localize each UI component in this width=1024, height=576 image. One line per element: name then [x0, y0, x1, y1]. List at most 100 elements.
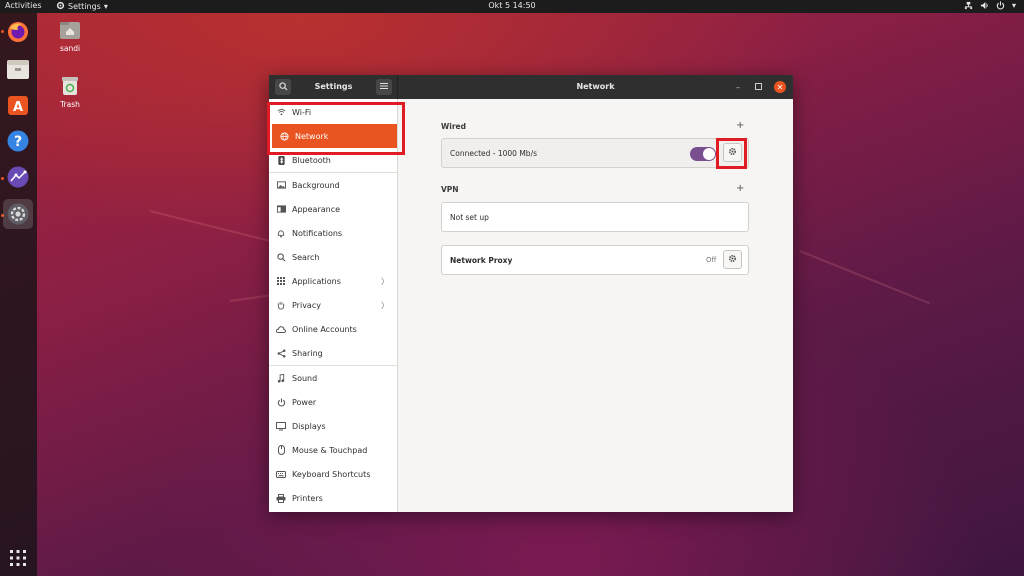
vpn-section-title: VPN: [441, 185, 459, 194]
trash-icon: [50, 76, 90, 98]
music-note-icon: [270, 373, 292, 383]
minimize-button[interactable]: –: [732, 81, 744, 93]
sidebar-item-displays[interactable]: Displays: [269, 414, 397, 438]
display-icon: [270, 421, 292, 431]
sidebar-item-label: Appearance: [292, 204, 341, 214]
share-icon: [270, 349, 292, 358]
network-icon: [273, 131, 295, 141]
sidebar-item-sound[interactable]: Sound: [269, 366, 397, 390]
sidebar-item-notifications[interactable]: Notifications: [269, 221, 397, 245]
printer-icon: [270, 493, 292, 503]
sidebar-item-privacy[interactable]: Privacy 〉: [269, 293, 397, 317]
chevron-right-icon: 〉: [381, 300, 389, 310]
shotwell-icon[interactable]: [3, 162, 33, 192]
add-vpn-button[interactable]: +: [736, 183, 744, 194]
top-bar: Activities Settings ▾ Okt 5 14:50 ▾: [0, 0, 1024, 13]
apps-grid-icon[interactable]: [3, 543, 33, 573]
search-icon: [270, 252, 292, 262]
sidebar-item-label: Sound: [292, 373, 318, 383]
sidebar-item-appearance[interactable]: Appearance: [269, 197, 397, 221]
proxy-settings-button[interactable]: [723, 250, 742, 269]
desktop-icon-trash[interactable]: Trash: [50, 76, 90, 109]
close-icon: ✕: [776, 82, 784, 92]
hamburger-icon: [380, 82, 388, 92]
mouse-icon: [270, 445, 292, 455]
maximize-button[interactable]: [752, 81, 764, 93]
desktop-icon-home[interactable]: sandi: [50, 20, 90, 53]
sidebar-item-label: Bluetooth: [292, 155, 331, 165]
power-icon: [270, 397, 292, 407]
wifi-icon: [270, 108, 292, 116]
sidebar: Wi-Fi Network Bluetooth Background Appea…: [269, 99, 398, 512]
sidebar-item-label: Network: [295, 131, 329, 141]
sidebar-item-network[interactable]: Network: [272, 124, 397, 148]
settings-window: Settings Network – ✕ Wi-Fi Network Bluet…: [269, 75, 793, 512]
clock[interactable]: Okt 5 14:50: [0, 1, 1024, 10]
proxy-state: Off: [706, 256, 717, 264]
sidebar-item-label: Privacy: [292, 300, 321, 310]
cloud-icon: [270, 325, 292, 333]
settings-icon[interactable]: [3, 199, 33, 229]
dock: A ?: [0, 13, 37, 576]
wired-section-title: Wired: [441, 122, 466, 131]
background-icon: [270, 181, 292, 189]
help-icon[interactable]: ?: [3, 126, 33, 156]
power-icon: [996, 1, 1005, 12]
sidebar-item-applications[interactable]: Applications 〉: [269, 269, 397, 293]
bluetooth-icon: [270, 155, 292, 165]
sidebar-item-label: Power: [292, 397, 317, 407]
firefox-icon[interactable]: [3, 17, 33, 47]
system-tray[interactable]: ▾: [964, 1, 1016, 12]
sidebar-item-label: Mouse & Touchpad: [292, 445, 368, 455]
desktop-icon-label: sandi: [59, 44, 81, 53]
sidebar-item-mouse-touchpad[interactable]: Mouse & Touchpad: [269, 438, 397, 462]
sidebar-item-search[interactable]: Search: [269, 245, 397, 269]
maximize-icon: [754, 82, 762, 92]
svg-text:A: A: [13, 100, 23, 115]
network-proxy-row[interactable]: Network Proxy Off: [441, 245, 749, 275]
vpn-status: Not set up: [450, 212, 489, 222]
sidebar-header: Settings: [269, 75, 398, 99]
sidebar-item-keyboard-shortcuts[interactable]: Keyboard Shortcuts: [269, 462, 397, 486]
menu-button[interactable]: [376, 79, 392, 95]
plus-icon: +: [736, 120, 745, 131]
sidebar-item-wifi[interactable]: Wi-Fi: [269, 100, 397, 124]
wired-toggle[interactable]: [690, 147, 716, 161]
sidebar-item-label: Applications: [292, 276, 341, 286]
sidebar-item-label: Online Accounts: [292, 324, 357, 334]
sidebar-item-sharing[interactable]: Sharing: [269, 341, 397, 365]
minimize-icon: –: [736, 82, 740, 92]
chevron-right-icon: 〉: [381, 276, 389, 286]
svg-text:?: ?: [14, 134, 22, 150]
sidebar-item-label: Wi-Fi: [292, 107, 312, 117]
wired-status: Connected - 1000 Mb/s: [450, 148, 537, 158]
chevron-down-icon: ▾: [1011, 1, 1016, 10]
gear-icon: [728, 254, 737, 265]
gear-icon: [728, 147, 737, 158]
files-icon[interactable]: [3, 54, 33, 84]
vpn-row: Not set up: [441, 202, 749, 232]
sidebar-item-label: Notifications: [292, 228, 343, 238]
sidebar-item-power[interactable]: Power: [269, 390, 397, 414]
volume-icon: [980, 1, 989, 12]
network-panel: Wired + Connected - 1000 Mb/s VPN + Not …: [399, 99, 793, 512]
close-button[interactable]: ✕: [774, 81, 786, 93]
wired-settings-button[interactable]: [723, 143, 742, 162]
toggle-knob: [703, 148, 715, 160]
sidebar-item-printers[interactable]: Printers: [269, 486, 397, 510]
home-folder-icon: [50, 20, 90, 42]
add-wired-button[interactable]: +: [736, 120, 744, 131]
sidebar-item-background[interactable]: Background: [269, 173, 397, 197]
sidebar-item-label: Keyboard Shortcuts: [292, 469, 371, 479]
sidebar-item-online-accounts[interactable]: Online Accounts: [269, 317, 397, 341]
appearance-icon: [270, 205, 292, 213]
wallpaper-line: [799, 250, 931, 305]
software-icon[interactable]: A: [3, 90, 33, 120]
applications-icon: [270, 277, 292, 285]
header-bar: Settings Network – ✕: [269, 75, 793, 99]
sidebar-item-bluetooth[interactable]: Bluetooth: [269, 148, 397, 172]
hand-icon: [270, 301, 292, 310]
wired-connection-row: Connected - 1000 Mb/s: [441, 138, 749, 168]
plus-icon: +: [736, 183, 745, 194]
network-wired-icon: [964, 1, 973, 12]
